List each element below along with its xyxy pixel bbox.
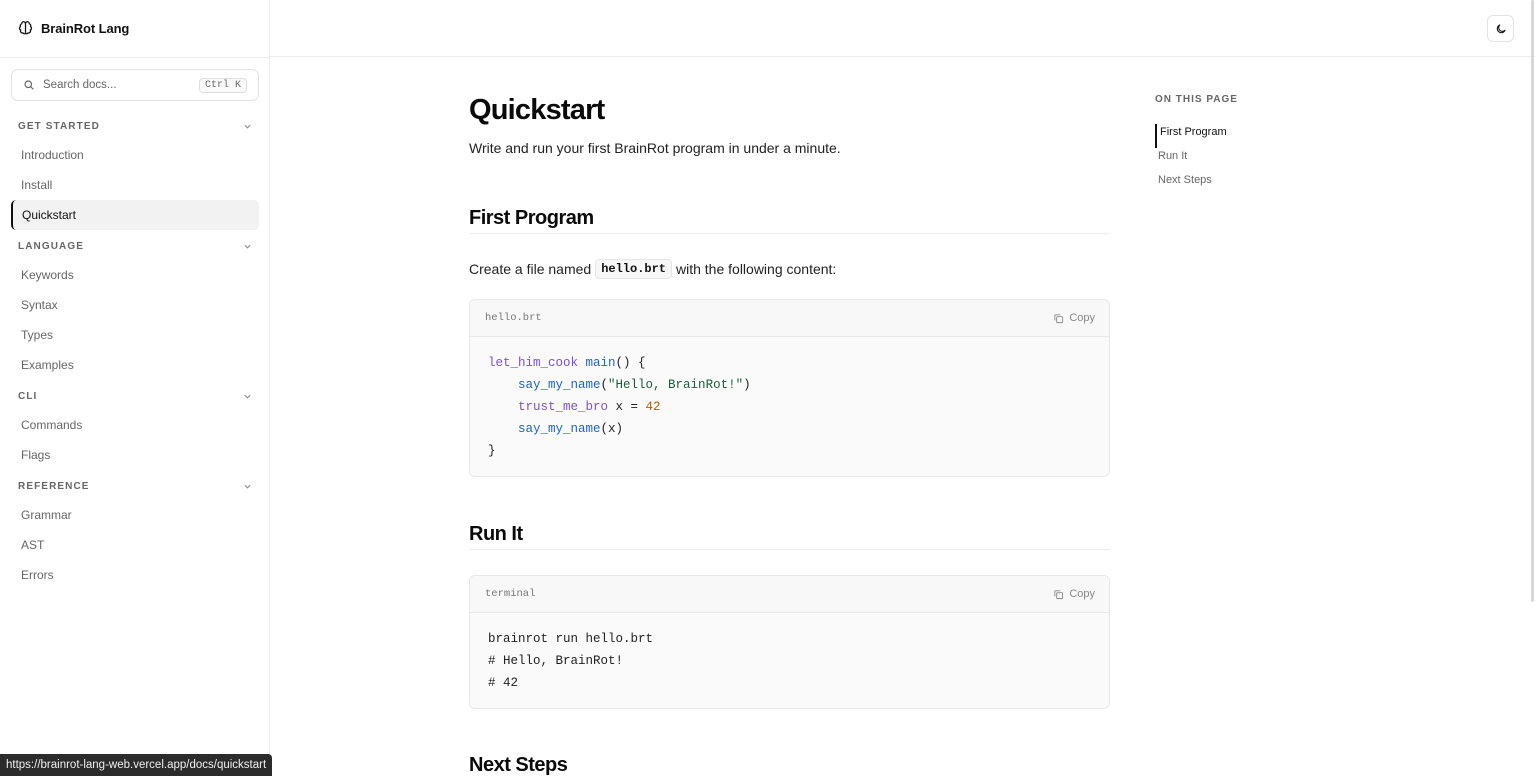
sidebar-nav: GET STARTED Introduction Install Quickst… — [0, 113, 270, 590]
section-toggle-get-started[interactable]: GET STARTED — [0, 113, 270, 140]
sidebar-item-types[interactable]: Types — [11, 320, 259, 350]
code-token: let_him_cook — [488, 356, 579, 370]
sidebar-item-grammar[interactable]: Grammar — [11, 500, 259, 530]
code-line: trust_me_bro x = 42 — [488, 396, 1091, 418]
inline-code-filename: hello.brt — [595, 259, 672, 279]
toc-title: ON THIS PAGE — [1155, 94, 1238, 105]
section-toggle-language[interactable]: LANGUAGE — [0, 233, 270, 260]
code-line: } — [488, 440, 1091, 462]
code-token: say_my_name — [518, 422, 601, 436]
sidebar-item-ast[interactable]: AST — [11, 530, 259, 560]
code-token: ) — [743, 378, 751, 392]
sidebar: BrainRot Lang Ctrl K GET STARTED Introdu… — [0, 0, 270, 776]
section-title: REFERENCE — [18, 481, 90, 492]
sidebar-item-install[interactable]: Install — [11, 170, 259, 200]
section-toggle-reference[interactable]: REFERENCE — [0, 473, 270, 500]
sidebar-item-introduction[interactable]: Introduction — [11, 140, 259, 170]
code-token: 42 — [645, 400, 661, 414]
chevron-down-icon — [243, 482, 252, 491]
sidebar-item-syntax[interactable]: Syntax — [11, 290, 259, 320]
code-body: brainrot run hello.brt # Hello, BrainRot!… — [470, 613, 1109, 708]
search-box[interactable]: Ctrl K — [11, 69, 259, 101]
code-filename: terminal — [485, 588, 536, 600]
brain-icon — [18, 20, 33, 36]
toc-item-next-steps[interactable]: Next Steps — [1155, 172, 1355, 196]
section-title: GET STARTED — [18, 121, 100, 132]
code-line: # Hello, BrainRot! — [488, 650, 1091, 672]
code-token: # Hello, BrainRot! — [488, 654, 624, 668]
theme-toggle-button[interactable] — [1487, 15, 1514, 42]
copy-button[interactable]: Copy — [1053, 588, 1095, 600]
code-body: let_him_cook main() { say_my_name("Hello… — [470, 337, 1109, 476]
sidebar-item-commands[interactable]: Commands — [11, 410, 259, 440]
code-block-header: terminal Copy — [470, 576, 1109, 613]
code-line: brainrot run hello.brt — [488, 628, 1091, 650]
sidebar-item-examples[interactable]: Examples — [11, 350, 259, 380]
section-heading-next-steps: Next Steps — [469, 754, 1110, 776]
code-token: "Hello, BrainRot!" — [608, 378, 744, 392]
code-token: trust_me_bro — [518, 400, 609, 414]
section-title: LANGUAGE — [18, 241, 85, 252]
code-token: brainrot run hello.brt — [488, 632, 654, 646]
chevron-down-icon — [243, 392, 252, 401]
status-url-tooltip: https://brainrot-lang-web.vercel.app/doc… — [0, 754, 273, 776]
intro-text: Create a file named — [469, 261, 592, 277]
section-title: CLI — [18, 391, 38, 402]
code-filename: hello.brt — [485, 312, 542, 324]
search-shortcut-badge: Ctrl K — [198, 77, 247, 93]
code-token: } — [488, 444, 496, 458]
sidebar-item-keywords[interactable]: Keywords — [11, 260, 259, 290]
code-token: main — [585, 356, 616, 370]
code-token: say_my_name — [518, 378, 601, 392]
code-line: say_my_name(x) — [488, 418, 1091, 440]
code-token: (x) — [600, 422, 624, 436]
sidebar-header-divider — [0, 57, 270, 58]
section-heading-text: Next Steps — [469, 754, 568, 776]
moon-icon — [1495, 23, 1507, 35]
page-subtitle: Write and run your first BrainRot progra… — [469, 140, 841, 156]
on-this-page: ON THIS PAGE First Program Run It Next S… — [1155, 94, 1355, 196]
chevron-down-icon — [243, 122, 252, 131]
toc-list: First Program Run It Next Steps — [1155, 124, 1355, 196]
code-block-hello: hello.brt Copy let_him_cook main() { say… — [469, 299, 1110, 477]
code-line: let_him_cook main() { — [488, 352, 1091, 374]
code-block-header: hello.brt Copy — [470, 300, 1109, 337]
section-heading-text: First Program — [469, 207, 594, 229]
sidebar-item-errors[interactable]: Errors — [11, 560, 259, 590]
sidebar-item-quickstart[interactable]: Quickstart — [11, 200, 259, 230]
code-block-terminal: terminal Copy brainrot run hello.brt # He… — [469, 575, 1110, 709]
first-program-intro: Create a file named hello.brt with the f… — [469, 259, 836, 279]
toc-item-first-program[interactable]: First Program — [1155, 124, 1355, 148]
copy-button[interactable]: Copy — [1053, 312, 1095, 324]
copy-label: Copy — [1069, 312, 1095, 324]
intro-text: with the following content: — [676, 261, 837, 277]
search-input[interactable] — [43, 79, 191, 91]
toc-item-run-it[interactable]: Run It — [1155, 148, 1355, 172]
code-token: ( — [600, 378, 609, 392]
code-line: say_my_name("Hello, BrainRot!") — [488, 374, 1091, 396]
code-token: x = — [608, 400, 646, 414]
copy-label: Copy — [1069, 588, 1095, 600]
page-title: Quickstart — [469, 94, 605, 126]
topbar — [270, 0, 1535, 57]
brand-name: BrainRot Lang — [41, 20, 130, 36]
code-token: # 42 — [488, 676, 519, 690]
copy-icon — [1053, 313, 1064, 324]
chevron-down-icon — [243, 242, 252, 251]
code-token: () { — [615, 356, 646, 370]
code-line: # 42 — [488, 672, 1091, 694]
section-heading-text: Run It — [469, 523, 523, 545]
sidebar-item-flags[interactable]: Flags — [11, 440, 259, 470]
scrollbar[interactable] — [1531, 0, 1534, 602]
section-toggle-cli[interactable]: CLI — [0, 383, 270, 410]
brand[interactable]: BrainRot Lang — [18, 19, 129, 37]
section-heading-run-it: Run It — [469, 523, 1110, 550]
section-heading-first-program: First Program — [469, 207, 1110, 234]
search-icon — [23, 79, 35, 91]
copy-icon — [1053, 589, 1064, 600]
